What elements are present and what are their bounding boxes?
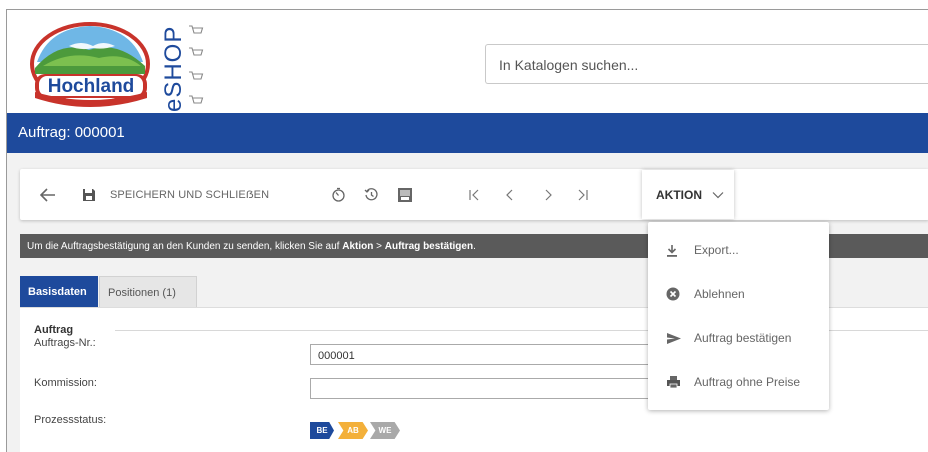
previous-record-button[interactable] xyxy=(500,169,520,220)
next-record-button[interactable] xyxy=(538,169,558,220)
pdf-icon xyxy=(398,187,412,202)
history-icon xyxy=(364,188,378,201)
timer-icon xyxy=(331,187,345,202)
menu-item-order-without-prices-label: Auftrag ohne Preise xyxy=(694,375,801,389)
section-title: Auftrag xyxy=(34,324,74,336)
save-and-close-button[interactable]: SPEICHERN UND SCHLIEẞEN xyxy=(82,169,292,220)
arrow-left-icon xyxy=(40,187,55,202)
process-status-label: Prozessstatus: xyxy=(34,414,107,426)
save-and-close-label: SPEICHERN UND SCHLIEẞEN xyxy=(110,188,270,201)
action-menu-button[interactable]: AKTION xyxy=(642,170,734,219)
menu-item-export-label: Export... xyxy=(694,243,739,257)
hochland-eshop-logo[interactable]: Hochland eSHOP xyxy=(29,18,209,114)
status-step-we: WE xyxy=(370,422,400,439)
search-placeholder: In Katalogen suchen... xyxy=(499,57,639,73)
timer-button[interactable] xyxy=(327,169,349,220)
save-disk-icon xyxy=(83,188,95,201)
info-text-prefix: Um die Auftragsbestätigung an den Kunden… xyxy=(27,241,343,252)
info-text-confirm: Auftrag bestätigen xyxy=(384,241,474,252)
eshop-wordmark: eSHOP xyxy=(160,26,187,112)
catalog-search-input[interactable]: In Katalogen suchen... xyxy=(485,44,928,84)
info-text-action: Aktion xyxy=(342,241,374,252)
logo-graphic: Hochland eSHOP xyxy=(30,22,204,112)
info-text-separator: > xyxy=(373,241,385,252)
info-text-suffix: . xyxy=(473,241,476,252)
page-title: Auftrag: 000001 xyxy=(18,124,125,141)
print-icon xyxy=(666,375,694,389)
tab-positionen[interactable]: Positionen (1) xyxy=(99,276,197,307)
back-button[interactable] xyxy=(34,169,62,220)
status-step-ab: AB xyxy=(338,422,368,439)
menu-item-confirm-order-label: Auftrag bestätigen xyxy=(694,331,792,345)
last-page-icon xyxy=(578,189,588,200)
chevron-right-icon xyxy=(545,189,552,200)
order-number-label: Auftrags-Nr.: xyxy=(34,337,96,349)
commission-label: Kommission: xyxy=(34,377,97,389)
last-record-button[interactable] xyxy=(573,169,593,220)
record-toolbar: SPEICHERN UND SCHLIEẞEN AKTION xyxy=(20,169,928,220)
chevron-down-icon xyxy=(712,191,724,198)
history-button[interactable] xyxy=(360,169,382,220)
first-page-icon xyxy=(469,189,479,200)
reject-circle-icon xyxy=(666,287,694,301)
download-icon xyxy=(666,244,694,257)
logo-wordmark: Hochland xyxy=(48,76,135,97)
page-title-bar: Auftrag: 000001 xyxy=(7,113,928,153)
tab-basisdaten[interactable]: Basisdaten xyxy=(20,276,98,307)
first-record-button[interactable] xyxy=(464,169,484,220)
menu-item-order-without-prices[interactable]: Auftrag ohne Preise xyxy=(648,362,829,402)
order-number-value: 000001 xyxy=(318,350,355,362)
app-window: Hochland eSHOP In Katalogen suchen... Au… xyxy=(6,9,928,452)
order-number-field[interactable]: 000001 xyxy=(310,344,650,365)
status-step-be: BE xyxy=(310,422,334,439)
tab-basisdaten-label: Basisdaten xyxy=(28,286,87,298)
menu-item-reject-label: Ablehnen xyxy=(694,287,745,301)
pdf-button[interactable] xyxy=(393,169,417,220)
menu-item-reject[interactable]: Ablehnen xyxy=(648,274,829,314)
menu-item-confirm-order[interactable]: Auftrag bestätigen xyxy=(648,318,829,358)
chevron-left-icon xyxy=(506,189,513,200)
action-menu-label: AKTION xyxy=(656,187,702,202)
tab-positionen-label: Positionen (1) xyxy=(108,287,176,299)
commission-field[interactable] xyxy=(310,378,650,399)
menu-item-export[interactable]: Export... xyxy=(648,230,829,270)
action-dropdown-menu: Export... Ablehnen Auftrag bestätigen Au… xyxy=(648,222,829,410)
cart-icon-stack xyxy=(189,25,204,104)
send-icon xyxy=(666,332,694,345)
